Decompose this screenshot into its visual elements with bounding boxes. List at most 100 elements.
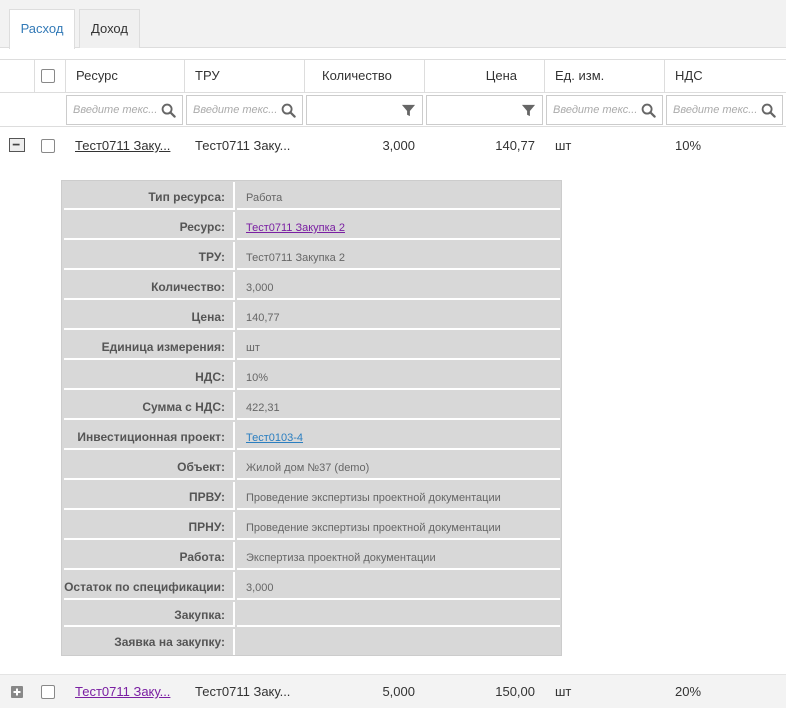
filter-vat-input[interactable]: Введите текс... — [666, 95, 783, 125]
header-quantity[interactable]: Количество — [304, 60, 424, 92]
filter-row: Введите текс... Введите текс... Введите … — [0, 93, 786, 127]
detail-value: Тест0711 Закупка 2 — [237, 242, 560, 270]
detail-value: Тест0103-4 — [237, 422, 560, 450]
filter-resource-input[interactable]: Введите текс... — [66, 95, 183, 125]
filter-price-input[interactable] — [426, 95, 543, 125]
row-resource-link[interactable]: Тест0711 Заку... — [75, 129, 170, 163]
detail-field: ПРВУ: Проведение экспертизы проектной до… — [62, 482, 561, 512]
detail-field: Ресурс: Тест0711 Закупка 2 — [62, 212, 561, 242]
detail-field: Единица измерения: шт — [62, 332, 561, 362]
filter-funnel-icon[interactable] — [521, 103, 536, 118]
detail-field: Инвестиционная проект: Тест0103-4 — [62, 422, 561, 452]
detail-field: Сумма с НДС: 422,31 — [62, 392, 561, 422]
tab-income[interactable]: Доход — [79, 9, 140, 48]
detail-label: Остаток по спецификации: — [64, 572, 235, 600]
detail-field: ТРУ: Тест0711 Закупка 2 — [62, 242, 561, 272]
detail-label: Количество: — [64, 272, 235, 300]
expand-row-button[interactable] — [11, 686, 23, 698]
filter-placeholder: Введите текс... — [73, 104, 158, 116]
filter-placeholder: Введите текс... — [193, 104, 278, 116]
table-row[interactable]: Тест0711 Заку... Тест0711 Заку... 5,000 … — [0, 674, 786, 708]
detail-label: Работа: — [64, 542, 235, 570]
filter-placeholder: Введите текс... — [673, 104, 758, 116]
search-icon[interactable] — [161, 103, 176, 118]
detail-label: Цена: — [64, 302, 235, 330]
detail-value: Работа — [237, 182, 560, 210]
detail-label: НДС: — [64, 362, 235, 390]
detail-label: Сумма с НДС: — [64, 392, 235, 420]
detail-label: Ресурс: — [64, 212, 235, 240]
row-tru: Тест0711 Заку... — [195, 138, 291, 153]
detail-value: 3,000 — [237, 272, 560, 300]
header-resource[interactable]: Ресурс — [65, 60, 184, 92]
detail-project-link[interactable]: Тест0103-4 — [246, 432, 303, 444]
row-tru: Тест0711 Заку... — [195, 684, 291, 699]
tab-expense[interactable]: Расход — [9, 9, 75, 49]
search-icon[interactable] — [761, 103, 776, 118]
detail-value: 422,31 — [237, 392, 560, 420]
detail-value: 140,77 — [237, 302, 560, 330]
row-unit: шт — [555, 684, 572, 699]
tab-bar: Расход Доход — [0, 0, 786, 49]
row-quantity: 5,000 — [382, 684, 415, 699]
row-price: 150,00 — [495, 684, 535, 699]
header-price[interactable]: Цена — [424, 60, 544, 92]
collapse-row-button[interactable] — [9, 138, 25, 152]
filter-unit-input[interactable]: Введите текс... — [546, 95, 663, 125]
detail-value: Проведение экспертизы проектной документ… — [237, 512, 560, 540]
header-vat[interactable]: НДС — [664, 60, 786, 92]
detail-label: ПРНУ: — [64, 512, 235, 540]
header-select-cell — [34, 60, 65, 92]
detail-label: Инвестиционная проект: — [64, 422, 235, 450]
detail-value: Экспертиза проектной документации — [237, 542, 560, 570]
search-icon[interactable] — [281, 103, 296, 118]
detail-value: Проведение экспертизы проектной документ… — [237, 482, 560, 510]
detail-field: Остаток по спецификации: 3,000 — [62, 572, 561, 602]
detail-field: Тип ресурса: Работа — [62, 182, 561, 212]
filter-quantity-input[interactable] — [306, 95, 423, 125]
minus-icon — [12, 143, 20, 146]
search-icon[interactable] — [641, 103, 656, 118]
row-vat: 20% — [675, 684, 702, 699]
row-unit: шт — [555, 138, 572, 153]
detail-value — [237, 602, 560, 627]
detail-value — [237, 629, 560, 655]
detail-value: 10% — [237, 362, 560, 390]
detail-value: 3,000 — [237, 572, 560, 600]
grid-header: Ресурс ТРУ Количество Цена Ед. изм. НДС — [0, 59, 786, 93]
detail-label: Закупка: — [64, 602, 235, 627]
detail-label: Единица измерения: — [64, 332, 235, 360]
plus-icon — [13, 688, 21, 696]
header-unit[interactable]: Ед. изм. — [544, 60, 664, 92]
detail-field: Заявка на закупку: — [62, 629, 561, 655]
row-checkbox[interactable] — [41, 139, 55, 153]
header-expand-cell — [0, 60, 34, 92]
table-row[interactable]: Тест0711 Заку... Тест0711 Заку... 3,000 … — [0, 129, 786, 163]
row-quantity: 3,000 — [382, 138, 415, 153]
filter-tru-input[interactable]: Введите текс... — [186, 95, 303, 125]
detail-label: ПРВУ: — [64, 482, 235, 510]
detail-field: Количество: 3,000 — [62, 272, 561, 302]
detail-label: Объект: — [64, 452, 235, 480]
filter-funnel-icon[interactable] — [401, 103, 416, 118]
detail-label: ТРУ: — [64, 242, 235, 270]
row-detail-panel: Тип ресурса: Работа Ресурс: Тест0711 Зак… — [61, 180, 562, 656]
detail-label: Тип ресурса: — [64, 182, 235, 210]
detail-value: шт — [237, 332, 560, 360]
detail-field: Цена: 140,77 — [62, 302, 561, 332]
row-price: 140,77 — [495, 138, 535, 153]
detail-field: Объект: Жилой дом №37 (demo) — [62, 452, 561, 482]
row-checkbox[interactable] — [41, 685, 55, 699]
select-all-checkbox[interactable] — [41, 69, 55, 83]
detail-value: Жилой дом №37 (demo) — [237, 452, 560, 480]
detail-field: Работа: Экспертиза проектной документаци… — [62, 542, 561, 572]
filter-placeholder: Введите текс... — [553, 104, 638, 116]
detail-label: Заявка на закупку: — [64, 629, 235, 655]
row-resource-link[interactable]: Тест0711 Заку... — [75, 675, 170, 709]
detail-field: ПРНУ: Проведение экспертизы проектной до… — [62, 512, 561, 542]
detail-resource-link[interactable]: Тест0711 Закупка 2 — [246, 222, 345, 234]
header-tru[interactable]: ТРУ — [184, 60, 304, 92]
row-vat: 10% — [675, 138, 702, 153]
detail-field: Закупка: — [62, 602, 561, 629]
detail-field: НДС: 10% — [62, 362, 561, 392]
